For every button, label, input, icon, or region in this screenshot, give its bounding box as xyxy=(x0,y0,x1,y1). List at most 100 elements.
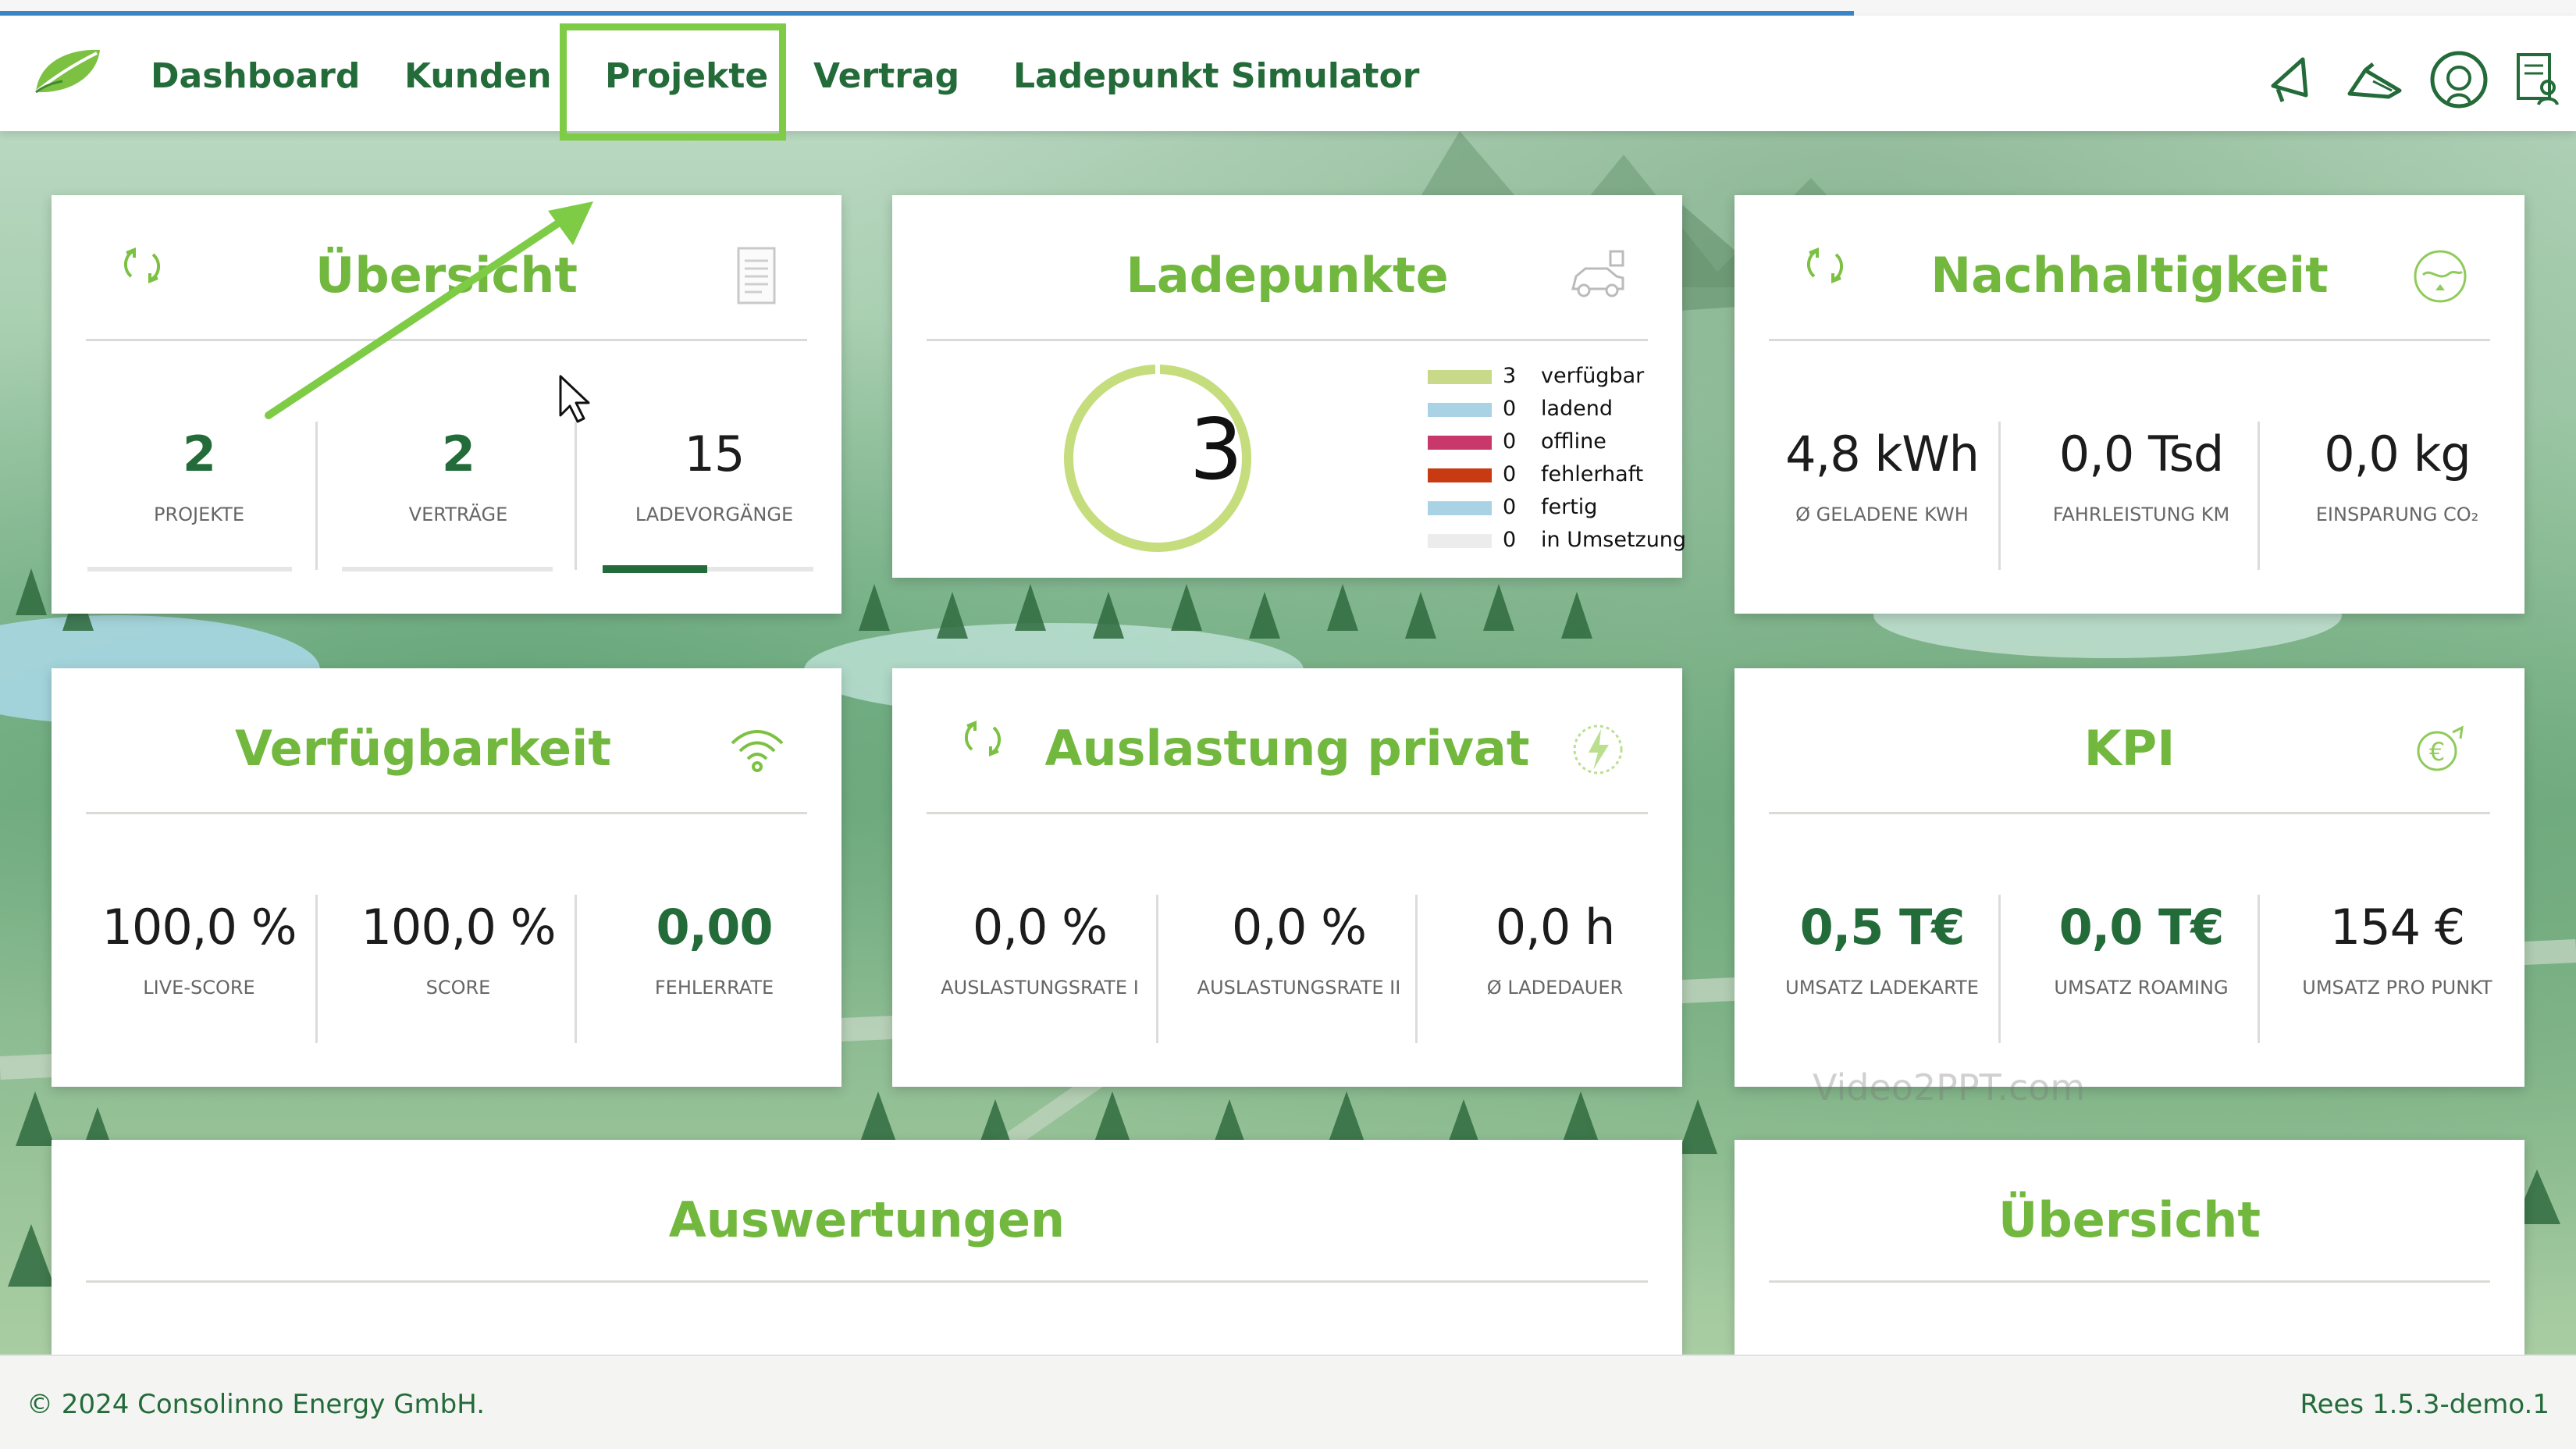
card-divider xyxy=(86,1280,1648,1283)
legend-item[interactable]: 0 ladend xyxy=(1428,393,1678,425)
stat-value: 0,0 % xyxy=(1231,899,1367,956)
card-title: Übersicht xyxy=(1998,1191,2261,1248)
footer: © 2024 Consolinno Energy GmbH. Rees 1.5.… xyxy=(0,1355,2576,1449)
tab-underline xyxy=(342,567,553,571)
stat-divider xyxy=(1415,895,1418,1043)
card-auswertungen: Auswertungen xyxy=(52,1140,1682,1355)
watermark-text: Video2PPT.com xyxy=(1813,1066,2086,1109)
support-headset-icon[interactable] xyxy=(2426,47,2492,112)
nav-dashboard[interactable]: Dashboard xyxy=(151,48,360,105)
wifi-icon xyxy=(731,730,784,772)
card-title: Auswertungen xyxy=(668,1191,1066,1248)
stat-divider xyxy=(2258,895,2260,1043)
stat-value: 15 xyxy=(684,425,745,482)
ev-car-icon xyxy=(1571,250,1624,297)
legend-label: ladend xyxy=(1541,397,1614,421)
stat-label: FAHRLEISTUNG KM xyxy=(2052,504,2230,525)
card-verfuegbarkeit: Verfügbarkeit 100,0 % LIVE-SCORE 100,0 %… xyxy=(52,668,841,1087)
legend-swatch xyxy=(1428,534,1492,548)
legend-item[interactable]: 3 verfügbar xyxy=(1428,361,1678,392)
legend-swatch xyxy=(1428,436,1492,450)
nav-projekte[interactable]: Projekte xyxy=(605,48,768,105)
legend-label: fehlerhaft xyxy=(1541,462,1644,486)
stat-divider xyxy=(575,422,577,570)
annotation-arrow-icon xyxy=(265,201,593,419)
top-navbar: Dashboard Kunden Projekte Vertrag Ladepu… xyxy=(0,16,2576,141)
stat-auslastungsrate-1: 0,0 % AUSLASTUNGSRATE I xyxy=(927,896,1153,999)
card-title: Ladepunkte xyxy=(1126,247,1449,304)
stat-value: 0,0 % xyxy=(972,899,1108,956)
stat-label: EINSPARUNG CO₂ xyxy=(2315,504,2479,525)
stat-ladevorgaenge: 15 LADEVORGÄNGE xyxy=(601,423,827,526)
stat-divider xyxy=(1156,895,1158,1043)
card-title: Nachhaltigkeit xyxy=(1930,247,2329,304)
stat-divider xyxy=(315,422,318,570)
footer-copyright: © 2024 Consolinno Energy GmbH. xyxy=(27,1389,486,1420)
document-icon xyxy=(737,247,776,304)
legend-item[interactable]: 0 fertig xyxy=(1428,492,1678,523)
ladepunkte-total: 3 xyxy=(1189,401,1244,499)
stat-value: 100,0 % xyxy=(361,899,556,956)
stat-value: 100,0 % xyxy=(101,899,297,956)
leaf-logo-icon[interactable] xyxy=(31,45,103,97)
nav-vertrag[interactable]: Vertrag xyxy=(813,48,959,105)
card-divider xyxy=(1769,812,2490,814)
legend-count: 0 xyxy=(1503,397,1517,421)
lightning-badge-icon xyxy=(1573,724,1623,774)
legend-item[interactable]: 0 offline xyxy=(1428,426,1678,457)
legend-item[interactable]: 0 fehlerhaft xyxy=(1428,459,1678,490)
stat-score: 100,0 % SCORE xyxy=(345,896,571,999)
card-divider xyxy=(86,812,807,814)
stat-value: 0,0 Tsd xyxy=(2058,425,2225,482)
card-divider xyxy=(1769,1280,2490,1283)
stat-label: LADEVORGÄNGE xyxy=(635,504,794,525)
stat-divider xyxy=(1998,422,2001,570)
stat-projekte: 2 PROJEKTE xyxy=(86,423,312,526)
stat-label: PROJEKTE xyxy=(154,504,244,525)
stat-auslastungsrate-2: 0,0 % AUSLASTUNGSRATE II xyxy=(1186,896,1412,999)
card-divider xyxy=(927,812,1648,814)
announcement-icon[interactable] xyxy=(2342,47,2407,112)
legend-label: fertig xyxy=(1541,495,1598,519)
stat-divider xyxy=(1998,895,2001,1043)
stat-value: 2 xyxy=(441,425,475,482)
card-kpi: KPI € 0,5 T€ UMSATZ LADEKARTE 0,0 T€ UMS… xyxy=(1735,668,2524,1087)
stat-label: UMSATZ ROAMING xyxy=(2054,977,2229,999)
active-tab-indicator xyxy=(603,565,707,573)
stat-value: 2 xyxy=(182,425,216,482)
stat-label: AUSLASTUNGSRATE II xyxy=(1197,977,1401,999)
card-auslastung-privat: Auslastung privat 0,0 % AUSLASTUNGSRATE … xyxy=(892,668,1682,1087)
stat-divider xyxy=(575,895,577,1043)
card-title: Verfügbarkeit xyxy=(234,720,611,777)
legend-label: in Umsetzung xyxy=(1541,528,1687,552)
svg-text:€: € xyxy=(2429,737,2445,767)
stat-vertraege: 2 VERTRÄGE xyxy=(345,423,571,526)
stat-umsatz-pro-punkt: 154 € UMSATZ PRO PUNKT xyxy=(2284,896,2510,999)
stat-label: UMSATZ PRO PUNKT xyxy=(2302,977,2492,999)
stat-value: 0,5 T€ xyxy=(1799,899,1966,956)
footer-version: Rees 1.5.3-demo.1 xyxy=(2300,1389,2550,1420)
nav-kunden[interactable]: Kunden xyxy=(404,48,552,105)
stat-value: 4,8 kWh xyxy=(1785,425,1980,482)
stat-label: UMSATZ LADEKARTE xyxy=(1785,977,1979,999)
card-divider xyxy=(1769,339,2490,341)
legend-swatch xyxy=(1428,468,1492,482)
legend-swatch xyxy=(1428,403,1492,417)
stat-geladene-kwh: 4,8 kWh Ø GELADENE KWH xyxy=(1769,423,1995,526)
card-ladepunkte: Ladepunkte 3 3 verfügbar 0 ladend 0 offline 0 f… xyxy=(892,195,1686,578)
stat-value: 154 € xyxy=(2329,899,2466,956)
stat-einsparung-co2: 0,0 kg EINSPARUNG CO₂ xyxy=(2284,423,2510,526)
card-uebersicht-bottom: Übersicht xyxy=(1735,1140,2524,1355)
stat-value: 0,0 T€ xyxy=(2058,899,2225,956)
stat-label: AUSLASTUNGSRATE I xyxy=(941,977,1139,999)
card-title: KPI xyxy=(2083,720,2176,777)
stat-label: SCORE xyxy=(425,977,491,999)
nav-ladepunkt-simulator[interactable]: Ladepunkt Simulator xyxy=(1013,48,1420,105)
stat-value: 0,00 xyxy=(656,899,774,956)
document-user-icon[interactable] xyxy=(2503,47,2568,112)
legend-count: 0 xyxy=(1503,495,1517,519)
megaphone-icon[interactable] xyxy=(2258,47,2323,112)
legend-item[interactable]: 0 in Umsetzung xyxy=(1428,525,1686,556)
stat-ladedauer: 0,0 h Ø LADEDAUER xyxy=(1442,896,1668,999)
stat-divider xyxy=(2258,422,2260,570)
